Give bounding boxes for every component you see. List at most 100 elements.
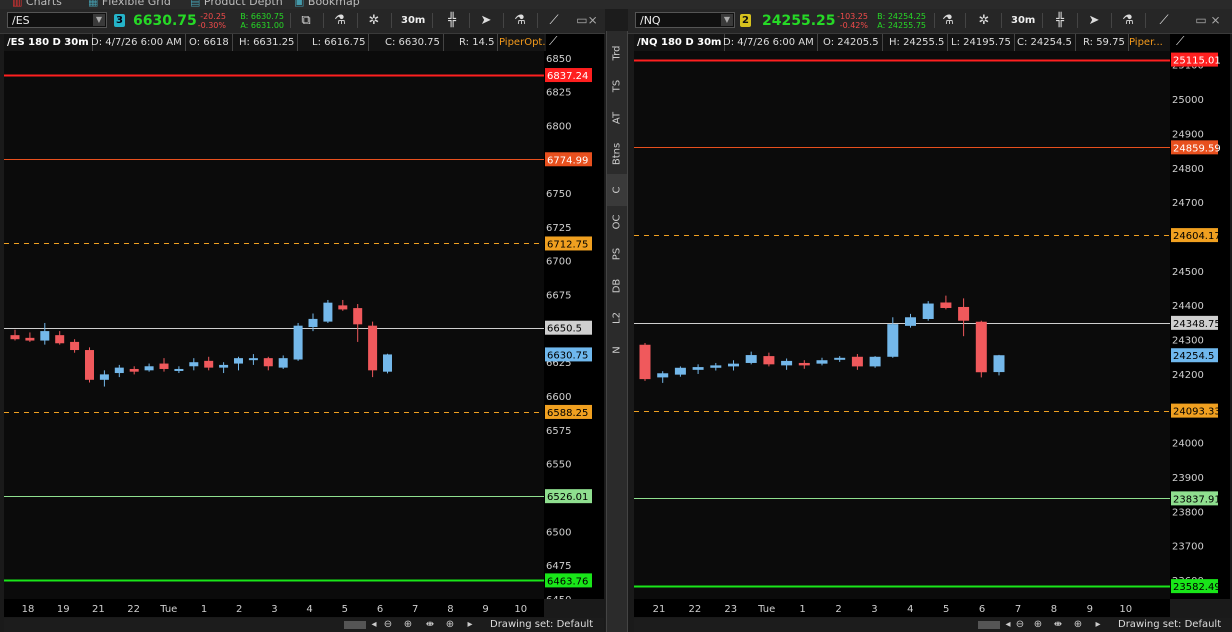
left-candle-body[interactable]: [144, 366, 154, 371]
left-candle-body[interactable]: [383, 354, 392, 372]
left-candle-body[interactable]: [40, 331, 50, 341]
right-time-axis[interactable]: 21 22 23 Tue 1 2 3 4 5 6 7 8 9 10: [634, 599, 1170, 617]
window-buttons[interactable]: ▭⨯: [574, 11, 600, 30]
right-candle-body[interactable]: [887, 324, 899, 357]
left-timeframe-button[interactable]: 30m: [398, 12, 428, 29]
crosshair-icon[interactable]: ⊕: [1072, 618, 1084, 631]
right-drawing-set[interactable]: Drawing set: Default: [1118, 618, 1221, 632]
close-icon[interactable]: ⨯: [588, 13, 598, 27]
draw-tool-icon[interactable]: ⟋: [1176, 34, 1184, 49]
tab-product-depth[interactable]: ▤ Product Depth: [190, 0, 283, 8]
zoom-out-icon[interactable]: ⊖: [382, 618, 394, 631]
right-drawing-toggle[interactable]: ⟋: [1170, 34, 1230, 51]
zoom-in-icon[interactable]: ⊕: [1032, 618, 1044, 631]
right-candle-body[interactable]: [674, 367, 686, 375]
pan-icon[interactable]: ⇼: [1052, 618, 1064, 631]
left-candle-body[interactable]: [159, 363, 169, 369]
left-candle-body[interactable]: [204, 360, 214, 368]
right-candle-body[interactable]: [922, 303, 934, 319]
draw-tool-icon[interactable]: ⟋: [549, 34, 557, 49]
left-candle-body[interactable]: [248, 358, 258, 361]
right-candle-body[interactable]: [798, 362, 810, 366]
left-candle-body[interactable]: [114, 367, 124, 374]
left-candle-body[interactable]: [308, 318, 318, 328]
sidebar-item-oc[interactable]: OC: [607, 206, 627, 238]
sidebar-item-db[interactable]: DB: [607, 270, 627, 302]
left-candle-body[interactable]: [368, 325, 378, 371]
play-left-icon[interactable]: ◂: [368, 618, 380, 631]
crosshair-icon[interactable]: ⊕: [444, 618, 456, 631]
right-candle-body[interactable]: [639, 344, 651, 380]
close-icon[interactable]: ⨯: [1211, 13, 1221, 27]
left-candle-body[interactable]: [219, 364, 229, 368]
left-scrollbar[interactable]: [344, 621, 366, 629]
left-candle-body[interactable]: [234, 358, 243, 364]
left-candle-body[interactable]: [10, 335, 20, 340]
gear-icon[interactable]: ✲: [364, 11, 384, 30]
left-candle-body[interactable]: [323, 302, 333, 322]
left-candle-body[interactable]: [338, 305, 348, 310]
drawings-icon[interactable]: ⟋: [1154, 11, 1174, 30]
maximize-icon[interactable]: ▭: [1195, 13, 1206, 27]
left-price-chart[interactable]: [4, 51, 544, 599]
left-drawing-set[interactable]: Drawing set: Default: [490, 618, 593, 632]
right-candle-body[interactable]: [869, 356, 881, 367]
chart-style-icon[interactable]: ╬: [1050, 11, 1070, 30]
chevron-down-icon[interactable]: ▼: [93, 14, 105, 26]
tab-charts[interactable]: ▥ Charts: [12, 0, 62, 8]
sidebar-item-l2[interactable]: L2: [607, 302, 627, 334]
zoom-out-icon[interactable]: ⊖: [1014, 618, 1026, 631]
tab-bookmap[interactable]: ▣ Bookmap: [294, 0, 360, 8]
left-candle-body[interactable]: [278, 358, 288, 368]
right-link-badge[interactable]: 2: [740, 14, 751, 27]
sidebar-item-at[interactable]: AT: [607, 102, 627, 134]
left-candle-body[interactable]: [263, 358, 273, 367]
right-candle-body[interactable]: [657, 373, 669, 378]
chart-style-icon[interactable]: ╬: [442, 11, 462, 30]
right-symbol-input[interactable]: /NQ ▼: [635, 12, 735, 28]
right-candle-body[interactable]: [905, 317, 916, 326]
chevron-down-icon[interactable]: ▼: [721, 14, 733, 26]
left-candle-body[interactable]: [55, 335, 65, 344]
maximize-icon[interactable]: ▭: [576, 13, 587, 27]
drawing-flask-icon[interactable]: ⚗: [1118, 11, 1138, 30]
left-link-badge[interactable]: 3: [114, 14, 125, 27]
gear-icon[interactable]: ✲: [974, 11, 994, 30]
left-chart-svg[interactable]: [4, 51, 544, 599]
left-candle-body[interactable]: [70, 341, 80, 351]
right-price-chart[interactable]: [634, 51, 1170, 599]
cursor-icon[interactable]: ➤: [476, 11, 496, 30]
left-price-axis[interactable]: 6850682568006775675067256700667566506625…: [544, 51, 604, 599]
tab-flexible-grid[interactable]: ▦ Flexible Grid: [88, 0, 171, 8]
sidebar-item-ps[interactable]: PS: [607, 238, 627, 270]
right-price-axis[interactable]: 2510025000249002480024700246002450024400…: [1170, 51, 1230, 599]
zoom-in-icon[interactable]: ⊕: [402, 618, 414, 631]
right-candle-body[interactable]: [940, 302, 952, 308]
left-symbol-input[interactable]: /ES ▼: [7, 12, 107, 28]
right-candle-body[interactable]: [993, 355, 1005, 373]
pan-icon[interactable]: ⇼: [424, 618, 436, 631]
right-candle-body[interactable]: [745, 355, 757, 363]
left-candle-body[interactable]: [129, 368, 139, 372]
right-chart-svg[interactable]: [634, 51, 1170, 599]
sidebar-item-c[interactable]: C: [607, 174, 627, 206]
left-candle-body[interactable]: [293, 325, 303, 360]
sidebar-item-btns[interactable]: Btns: [607, 134, 627, 174]
play-right-icon[interactable]: ▸: [1092, 618, 1104, 631]
studies-flask-icon[interactable]: ⚗: [330, 11, 350, 30]
left-time-axis[interactable]: 18 19 21 22 Tue 1 2 3 4 5 6 7 8 9 10: [4, 599, 544, 617]
right-candle-body[interactable]: [728, 363, 739, 367]
right-candle-body[interactable]: [834, 357, 846, 360]
cursor-icon[interactable]: ➤: [1084, 11, 1104, 30]
right-candle-body[interactable]: [816, 360, 828, 364]
window-buttons[interactable]: ▭ ⨯: [1188, 11, 1228, 30]
right-candle-body[interactable]: [692, 367, 704, 370]
right-candle-body[interactable]: [781, 360, 793, 366]
sidebar-item-trd[interactable]: Trd: [607, 37, 627, 69]
right-candle-body[interactable]: [975, 321, 987, 373]
sidebar-item-ts[interactable]: TS: [607, 70, 627, 102]
left-candle-body[interactable]: [25, 337, 35, 341]
right-candle-body[interactable]: [710, 365, 722, 368]
drawing-flask-icon[interactable]: ⚗: [510, 11, 530, 30]
left-candle-body[interactable]: [353, 308, 363, 325]
